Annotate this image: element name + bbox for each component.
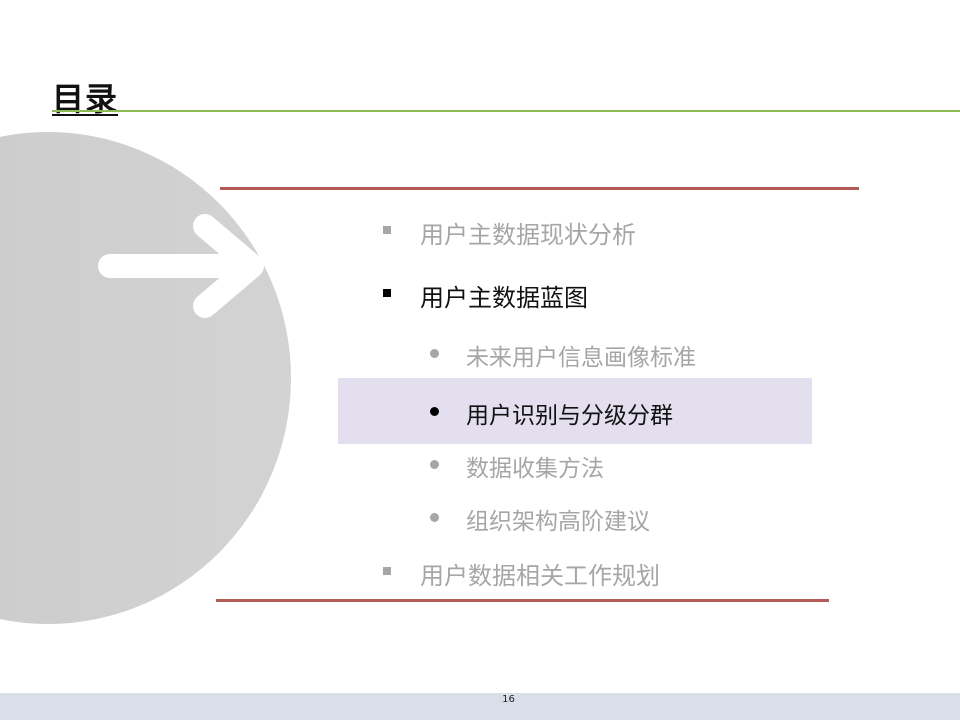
toc-item-label: 用户主数据蓝图: [420, 284, 588, 312]
square-bullet-icon: [383, 567, 391, 575]
toc-top-rule: [220, 187, 859, 190]
toc-item-label: 未来用户信息画像标准: [466, 345, 696, 371]
page-number: 16: [502, 694, 515, 705]
round-bullet-icon: [430, 407, 439, 416]
round-bullet-icon: [430, 349, 439, 358]
toc-bottom-rule: [216, 599, 829, 602]
toc-item-label: 用户主数据现状分析: [420, 221, 636, 249]
square-bullet-icon: [383, 226, 391, 234]
toc-item-label: 数据收集方法: [466, 456, 604, 482]
toc-item-label: 用户识别与分级分群: [466, 403, 673, 429]
square-bullet-icon: [383, 289, 391, 297]
toc-item-label: 用户数据相关工作规划: [420, 562, 660, 590]
toc-item-label: 组织架构高阶建议: [466, 509, 650, 535]
round-bullet-icon: [430, 460, 439, 469]
round-bullet-icon: [430, 513, 439, 522]
